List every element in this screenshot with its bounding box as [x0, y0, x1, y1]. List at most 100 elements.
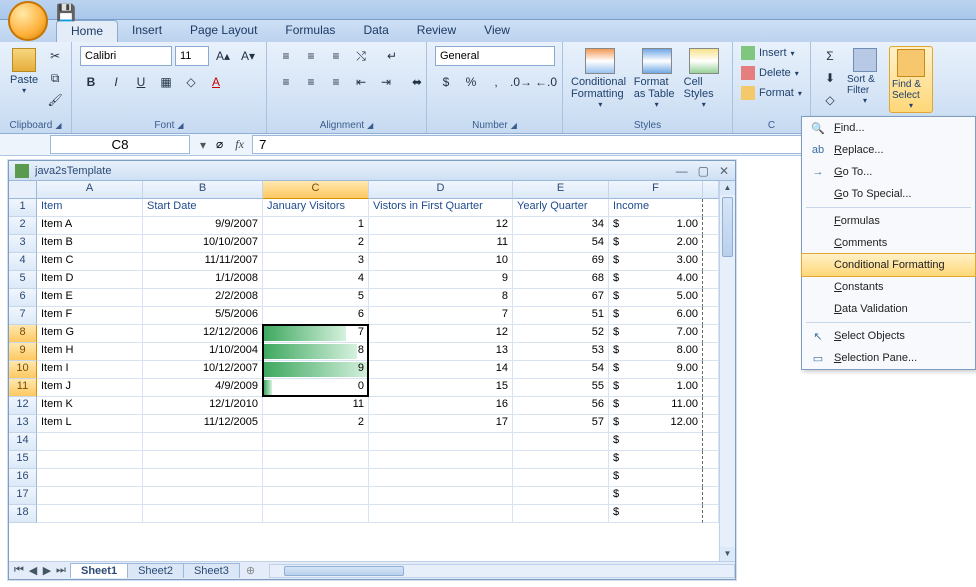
cell[interactable]: 1/1/2008 — [143, 271, 263, 289]
cell[interactable] — [703, 325, 719, 343]
cell[interactable]: 57 — [513, 415, 609, 433]
percent-format-button[interactable]: % — [460, 72, 482, 92]
menu-item-selection-pane[interactable]: ▭Selection Pane... — [802, 347, 975, 369]
cell[interactable]: 12 — [369, 325, 513, 343]
cell[interactable] — [513, 469, 609, 487]
cell[interactable]: 7 — [369, 307, 513, 325]
cell[interactable] — [703, 397, 719, 415]
select-all-corner[interactable] — [9, 181, 37, 199]
cell[interactable] — [703, 307, 719, 325]
row-header[interactable]: 13 — [9, 415, 37, 433]
vertical-scrollbar[interactable]: ▲ ▼ — [719, 181, 735, 561]
menu-item-data-validation[interactable]: Data Validation — [802, 298, 975, 320]
fill-button[interactable]: ⬇ — [819, 68, 841, 88]
menu-item-go-to-special[interactable]: Go To Special... — [802, 183, 975, 205]
shrink-font-button[interactable]: A▾ — [237, 46, 259, 66]
dialog-launcher-icon[interactable]: ◢ — [55, 121, 61, 130]
column-header-F[interactable]: F — [609, 181, 703, 199]
cell[interactable] — [513, 487, 609, 505]
cell[interactable]: 53 — [513, 343, 609, 361]
tab-page-layout[interactable]: Page Layout — [176, 20, 271, 42]
minimize-icon[interactable]: — — [676, 164, 688, 178]
format-painter-button[interactable]: 🖌 — [44, 90, 66, 110]
cell[interactable]: 17 — [369, 415, 513, 433]
decrease-indent-button[interactable]: ⇤ — [350, 72, 372, 92]
cell[interactable] — [143, 505, 263, 523]
cell[interactable] — [143, 469, 263, 487]
tab-formulas[interactable]: Formulas — [271, 20, 349, 42]
menu-item-select-objects[interactable]: ↖Select Objects — [802, 325, 975, 347]
cell[interactable]: 2/2/2008 — [143, 289, 263, 307]
sort-filter-button[interactable]: Sort & Filter▾ — [845, 46, 885, 107]
decrease-decimal-button[interactable]: ←.0 — [535, 72, 557, 92]
fx-icon[interactable]: fx — [227, 137, 252, 152]
name-box[interactable] — [50, 135, 190, 154]
maximize-icon[interactable]: ▢ — [698, 164, 709, 178]
autosum-button[interactable]: Σ — [819, 46, 841, 66]
sheet-tab-sheet1[interactable]: Sheet1 — [70, 563, 128, 578]
wrap-text-button[interactable]: ↵ — [375, 46, 409, 66]
cell[interactable]: $4.00 — [609, 271, 703, 289]
cell[interactable]: $6.00 — [609, 307, 703, 325]
cell[interactable]: Item C — [37, 253, 143, 271]
cell[interactable]: $ — [609, 451, 703, 469]
office-button[interactable] — [8, 1, 48, 41]
cell[interactable] — [369, 505, 513, 523]
cell[interactable]: Item B — [37, 235, 143, 253]
cell[interactable]: 6 — [263, 307, 369, 325]
cell[interactable] — [143, 433, 263, 451]
column-header-A[interactable]: A — [37, 181, 143, 199]
first-sheet-icon[interactable]: ⏮ — [13, 564, 25, 577]
column-header-D[interactable]: D — [369, 181, 513, 199]
cell[interactable] — [703, 271, 719, 289]
cell[interactable]: 56 — [513, 397, 609, 415]
cell[interactable] — [369, 433, 513, 451]
font-size-select[interactable] — [175, 46, 209, 66]
cell[interactable] — [263, 487, 369, 505]
cell[interactable]: 12/1/2010 — [143, 397, 263, 415]
cell[interactable]: Item D — [37, 271, 143, 289]
cell[interactable]: 55 — [513, 379, 609, 397]
column-header-E[interactable]: E — [513, 181, 609, 199]
cell[interactable]: Item A — [37, 217, 143, 235]
cell[interactable]: 34 — [513, 217, 609, 235]
scroll-thumb[interactable] — [722, 197, 733, 257]
cell[interactable]: 12 — [369, 217, 513, 235]
number-format-select[interactable] — [435, 46, 555, 66]
tab-data[interactable]: Data — [349, 20, 402, 42]
row-header[interactable]: 7 — [9, 307, 37, 325]
row-header[interactable]: 4 — [9, 253, 37, 271]
menu-item-find[interactable]: 🔍Find... — [802, 117, 975, 139]
menu-item-replace[interactable]: abReplace... — [802, 139, 975, 161]
close-icon[interactable]: ✕ — [719, 164, 729, 178]
cell[interactable]: 54 — [513, 235, 609, 253]
align-left-button[interactable]: ≡ — [275, 72, 297, 92]
last-sheet-icon[interactable]: ⏭ — [55, 564, 67, 577]
cell[interactable]: 1 — [263, 217, 369, 235]
dialog-launcher-icon[interactable]: ◢ — [367, 121, 373, 130]
cell[interactable] — [37, 433, 143, 451]
cell[interactable]: $8.00 — [609, 343, 703, 361]
cell[interactable]: $ — [609, 433, 703, 451]
cell[interactable]: 16 — [369, 397, 513, 415]
cell[interactable]: 14 — [369, 361, 513, 379]
cell[interactable]: 4 — [263, 271, 369, 289]
cell[interactable] — [369, 487, 513, 505]
cell[interactable]: $12.00 — [609, 415, 703, 433]
cell[interactable]: 13 — [369, 343, 513, 361]
cell[interactable]: 11 — [369, 235, 513, 253]
scroll-up-icon[interactable]: ▲ — [720, 181, 735, 195]
underline-button[interactable]: U — [130, 72, 152, 92]
spreadsheet-grid[interactable]: ABCDEF1ItemStart DateJanuary VisitorsVis… — [9, 181, 735, 523]
cell[interactable]: $3.00 — [609, 253, 703, 271]
row-header[interactable]: 9 — [9, 343, 37, 361]
grow-font-button[interactable]: A▴ — [212, 46, 234, 66]
cell[interactable]: Item H — [37, 343, 143, 361]
cell[interactable]: 5/5/2006 — [143, 307, 263, 325]
tab-view[interactable]: View — [470, 20, 524, 42]
cancel-icon[interactable]: ⌀ — [212, 137, 227, 152]
sheet-tab-sheet3[interactable]: Sheet3 — [183, 563, 240, 578]
cell[interactable] — [263, 505, 369, 523]
cell[interactable]: 15 — [369, 379, 513, 397]
cell[interactable] — [703, 415, 719, 433]
